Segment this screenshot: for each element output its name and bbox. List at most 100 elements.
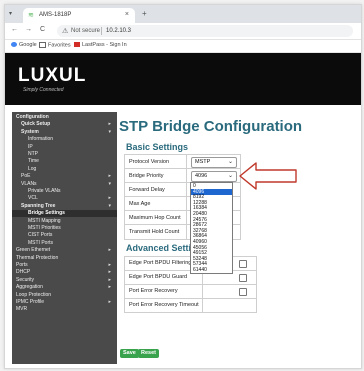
luxul-logo: LUXUL — [18, 65, 87, 86]
priority-option[interactable]: 61440 — [191, 267, 232, 273]
sidebar-item-label: Time — [28, 158, 39, 165]
sidebar-item-poe[interactable]: PoE ▸ — [12, 173, 117, 180]
sidebar-item-label: Log — [28, 165, 37, 172]
sidebar-item-label: VLANs — [21, 180, 37, 187]
chevron-icon: ▸ — [108, 247, 111, 254]
sidebar-item-label: CIST Ports — [28, 232, 53, 239]
chevron-icon: ▸ — [108, 284, 111, 291]
new-tab-button[interactable]: + — [142, 9, 147, 18]
sidebar-item-spanning-tree[interactable]: Spanning Tree ▾ — [12, 203, 117, 210]
cell-divider — [186, 197, 187, 211]
sidebar-item-label: IPMC Profile — [16, 299, 45, 305]
folder-icon — [39, 42, 46, 48]
protocol-version-select[interactable]: MSTP ⌄ — [191, 157, 237, 168]
advanced-setting-row: Port Error Recovery Timeout — [124, 298, 257, 313]
warning-icon: ⚠ — [62, 28, 69, 35]
sidebar-item-vcl[interactable]: VCL ▸ — [12, 195, 117, 202]
sidebar-item-information[interactable]: Information — [12, 136, 117, 143]
sidebar-item-quick-setup[interactable]: Quick Setup ▸ — [12, 121, 117, 128]
wifi-favicon-icon: ≋ — [28, 12, 34, 19]
sidebar-item-ip[interactable]: IP — [12, 144, 117, 151]
address-bar[interactable]: ⚠ Not secure 10.2.10.3 — [57, 25, 353, 37]
setting-label: Port Error Recovery — [129, 288, 178, 294]
sidebar-item-thermal-protection[interactable]: Thermal Protection — [12, 255, 117, 262]
logo-tagline: Simply Connected — [23, 87, 64, 93]
sidebar-nav: Configuration Quick Setup ▸ System ▾ Informat… — [12, 112, 117, 364]
reset-button[interactable]: Reset — [138, 349, 159, 358]
bridge-priority-select[interactable]: 4096 ⌄ — [191, 171, 237, 182]
sidebar-item-ntp[interactable]: NTP — [12, 151, 117, 158]
bridge-priority-dropdown-list[interactable]: 0 4096 8192 12288 16384 20480 24576 28672 32768 3… — [190, 182, 233, 274]
sidebar-item-cist-ports[interactable]: CIST Ports — [12, 232, 117, 239]
sidebar-item-label: Bridge Settings — [28, 210, 65, 217]
sidebar-item-dhcp[interactable]: DHCP ▸ — [12, 269, 117, 276]
sidebar-item-msti-priorities[interactable]: MSTI Priorities — [12, 225, 117, 232]
chevron-down-icon: ⌄ — [227, 173, 233, 179]
setting-label: Maximum Hop Count — [129, 215, 181, 221]
sidebar-item-mvr[interactable]: MVR — [12, 306, 117, 313]
setting-checkbox[interactable] — [239, 274, 247, 282]
reload-icon[interactable]: C — [40, 26, 45, 33]
sidebar-item-label: Security — [16, 276, 35, 283]
tab-search-icon[interactable]: ▾ — [9, 10, 19, 19]
sidebar-item-label: Loop Protection — [16, 291, 52, 298]
browser-tab[interactable]: ≋ AMS-1818P × — [23, 8, 135, 23]
setting-checkbox[interactable] — [239, 288, 247, 296]
sidebar-item-green-ethernet[interactable]: Green Ethernet ▸ — [12, 247, 117, 254]
save-button[interactable]: Save — [120, 349, 139, 358]
sidebar-item-ipmc-profile[interactable]: IPMC Profile ▸ — [12, 299, 117, 306]
sidebar-item-vlans[interactable]: VLANs ▾ — [12, 181, 117, 188]
browser-tab-strip: ▾ ≋ AMS-1818P × + — [5, 5, 361, 23]
chevron-icon: ▾ — [108, 180, 111, 187]
cell-divider — [186, 211, 187, 225]
cell-divider — [186, 155, 187, 169]
bookmark-favorites[interactable]: Favorites — [39, 42, 71, 48]
setting-label: Protocol Version — [129, 159, 170, 165]
lastpass-icon — [74, 42, 80, 48]
sidebar-item-label: IP — [28, 143, 33, 150]
setting-label: Port Error Recovery Timeout — [129, 302, 199, 308]
sidebar-item-label: MVR — [16, 306, 28, 313]
setting-label: Forward Delay — [129, 187, 165, 193]
sidebar-item-system[interactable]: System ▾ — [12, 129, 117, 136]
close-icon[interactable]: × — [125, 11, 129, 18]
chevron-icon: ▸ — [108, 276, 111, 283]
browser-toolbar: ← → C ⚠ Not secure 10.2.10.3 — [5, 23, 361, 40]
sidebar-item-msti-mapping[interactable]: MSTI Mapping — [12, 218, 117, 225]
setting-label: Transmit Hold Count — [129, 229, 180, 235]
advanced-setting-row: Port Error Recovery — [124, 284, 257, 299]
sidebar-item-configuration[interactable]: Configuration — [12, 114, 117, 121]
sidebar-item-label: Ports — [16, 262, 28, 268]
cell-divider — [202, 285, 203, 298]
sidebar-item-label: Quick Setup — [21, 121, 51, 128]
annotation-arrow-icon — [239, 162, 297, 190]
sidebar-item-aggregation[interactable]: Aggregation ▸ — [12, 284, 117, 291]
sidebar-item-label: DHCP — [16, 269, 31, 276]
setting-label: Bridge Priority — [129, 173, 164, 179]
sidebar-item-loop-protection[interactable]: Loop Protection — [12, 292, 117, 299]
sidebar-item-security[interactable]: Security ▸ — [12, 277, 117, 284]
sidebar-item-label: Configuration — [16, 114, 49, 120]
sidebar-item-private-vlans[interactable]: Private VLANs — [12, 188, 117, 195]
select-value: MSTP — [195, 159, 211, 165]
bookmark-google[interactable]: Google — [11, 42, 37, 48]
sidebar-item-bridge-settings[interactable]: Bridge Settings — [12, 210, 117, 218]
chevron-icon: ▾ — [108, 128, 111, 135]
sidebar-item-time[interactable]: Time — [12, 158, 117, 165]
sidebar-item-label: Private VLANs — [28, 188, 61, 194]
sidebar-item-msti-ports[interactable]: MSTI Ports — [12, 240, 117, 247]
address-divider — [101, 27, 102, 35]
cell-divider — [186, 169, 187, 183]
sidebar-item-label: MSTI Priorities — [28, 225, 61, 231]
chevron-icon: ▸ — [108, 262, 111, 268]
sidebar-item-ports[interactable]: Ports ▸ — [12, 262, 117, 269]
setting-checkbox[interactable] — [239, 260, 247, 268]
sidebar-item-log[interactable]: Log — [12, 166, 117, 173]
back-arrow-icon[interactable]: ← — [11, 26, 18, 33]
forward-arrow-icon[interactable]: → — [25, 26, 32, 33]
sidebar-item-label: System — [21, 128, 39, 135]
sidebar-item-label: MSTI Ports — [28, 239, 54, 246]
bookmark-lastpass[interactable]: LastPass - Sign In — [74, 42, 127, 48]
select-value: 4096 — [195, 173, 208, 179]
security-label: Not secure — [71, 28, 101, 34]
